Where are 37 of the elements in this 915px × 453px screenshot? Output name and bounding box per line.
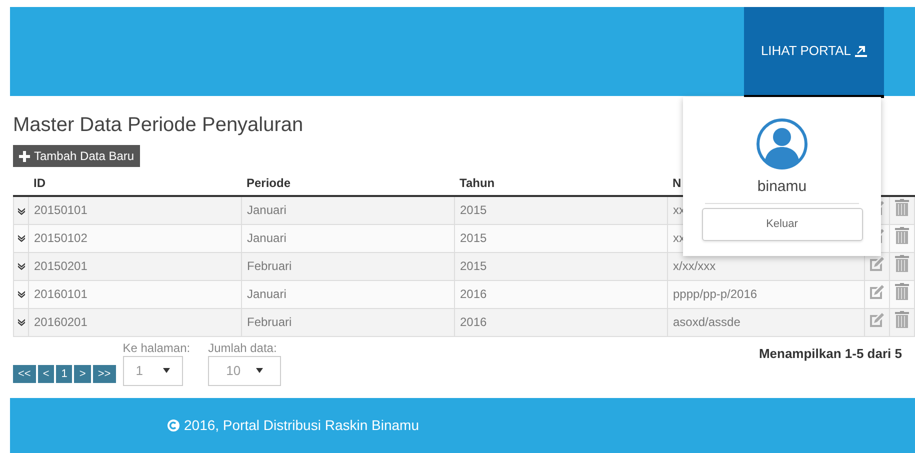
- page-label: Ke halaman:: [122, 340, 190, 354]
- table-cell: 2015: [454, 224, 668, 252]
- table-cell: pppp/pp-p/2016: [668, 280, 864, 308]
- column-header: Periode: [246, 176, 291, 190]
- page-select[interactable]: 1: [122, 356, 183, 386]
- table-cell: Januari: [242, 280, 454, 308]
- table-cell: 2015: [454, 196, 668, 224]
- table-cell: 20150101: [28, 196, 242, 224]
- table-cell: Februari: [242, 252, 454, 280]
- table-cell: asoxd/assde: [668, 308, 864, 336]
- table-cell: 20160201: [28, 308, 242, 336]
- table-cell: 20150201: [28, 252, 242, 280]
- portal-button[interactable]: LIHAT PORTAL: [744, 7, 884, 98]
- page-button[interactable]: 1: [56, 364, 72, 382]
- table-cell: Januari: [242, 196, 454, 224]
- table-cell: 2016: [454, 280, 668, 308]
- username: binamu: [757, 177, 807, 197]
- page-size-select[interactable]: 10: [208, 356, 282, 386]
- table-cell: 20150102: [28, 224, 242, 252]
- column-header: N: [672, 176, 682, 190]
- copyright-text: 2016, Portal Distribusi Raskin Binamu: [184, 416, 419, 435]
- table-cell: 2016: [454, 308, 668, 336]
- logout-button[interactable]: Keluar: [702, 208, 862, 240]
- page-button[interactable]: >>: [92, 364, 116, 382]
- table-cell: Februari: [242, 308, 454, 336]
- table-cell: 2015: [454, 252, 668, 280]
- column-header: Tahun: [460, 176, 495, 190]
- column-header: ID: [34, 176, 46, 190]
- page-button[interactable]: >: [74, 364, 91, 382]
- page-title: Master Data Periode Penyaluran: [13, 113, 304, 138]
- add-button[interactable]: Tambah Data Baru: [13, 145, 140, 167]
- table-cell: 20160101: [28, 280, 242, 308]
- record-summary: Menampilkan 1-5 dari 5: [758, 344, 902, 363]
- page-size-label: Jumlah data:: [208, 340, 278, 354]
- page-button[interactable]: <<: [13, 364, 36, 382]
- page-button[interactable]: <: [38, 364, 54, 382]
- table-cell: Januari: [242, 224, 454, 252]
